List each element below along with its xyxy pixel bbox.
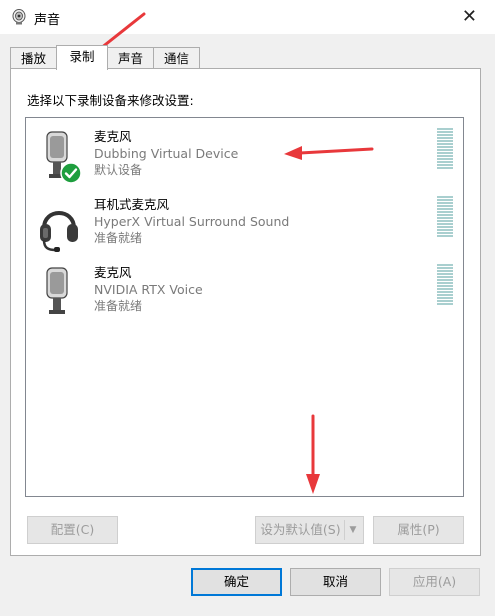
chevron-down-icon[interactable]: ▼ <box>347 517 359 543</box>
recording-panel: 选择以下录制设备来修改设置: 麦克风 Dubbing Virtual Devic… <box>10 68 481 556</box>
cancel-button[interactable]: 取消 <box>290 568 381 596</box>
device-text: 耳机式麦克风 HyperX Virtual Surround Sound 准备就… <box>94 196 289 247</box>
device-status: 准备就绪 <box>94 299 143 313</box>
set-default-button[interactable]: 设为默认值(S) ▼ <box>255 516 364 544</box>
tab-communications[interactable]: 通信 <box>153 47 200 69</box>
device-item-dubbing[interactable]: 麦克风 Dubbing Virtual Device 默认设备 <box>26 128 463 192</box>
device-name: 麦克风 <box>94 129 132 144</box>
set-default-label: 设为默认值(S) <box>260 522 341 537</box>
level-meter <box>437 264 453 305</box>
device-name: 麦克风 <box>94 265 132 280</box>
default-check-icon <box>60 162 82 184</box>
device-text: 麦克风 NVIDIA RTX Voice 准备就绪 <box>94 264 203 315</box>
apply-button[interactable]: 应用(A) <box>389 568 480 596</box>
level-meter <box>437 196 453 237</box>
tab-recording[interactable]: 录制 <box>56 45 108 70</box>
level-meter <box>437 128 453 169</box>
tab-sounds[interactable]: 声音 <box>107 47 154 69</box>
title-bar: 声音 ✕ <box>0 0 495 34</box>
headset-icon <box>40 211 78 252</box>
device-description: Dubbing Virtual Device <box>94 146 239 161</box>
device-text: 麦克风 Dubbing Virtual Device 默认设备 <box>94 128 238 179</box>
device-description: NVIDIA RTX Voice <box>94 282 203 297</box>
device-list[interactable]: 麦克风 Dubbing Virtual Device 默认设备 耳机式麦克风 H… <box>25 117 464 497</box>
window-title: 声音 <box>34 13 61 28</box>
device-status: 准备就绪 <box>94 231 143 245</box>
tab-playback[interactable]: 播放 <box>10 47 57 69</box>
microphone-icon <box>46 267 68 314</box>
device-name: 耳机式麦克风 <box>94 197 170 212</box>
properties-button[interactable]: 属性(P) <box>373 516 464 544</box>
device-status: 默认设备 <box>94 163 143 177</box>
device-item-hyperx[interactable]: 耳机式麦克风 HyperX Virtual Surround Sound 准备就… <box>26 196 463 260</box>
device-item-nvidia[interactable]: 麦克风 NVIDIA RTX Voice 准备就绪 <box>26 264 463 328</box>
split-divider <box>344 520 345 540</box>
instruction-text: 选择以下录制设备来修改设置: <box>27 93 194 108</box>
ok-button[interactable]: 确定 <box>191 568 282 596</box>
configure-button[interactable]: 配置(C) <box>27 516 118 544</box>
speaker-app-icon <box>12 9 26 25</box>
device-description: HyperX Virtual Surround Sound <box>94 214 290 229</box>
close-button[interactable]: ✕ <box>462 8 477 26</box>
